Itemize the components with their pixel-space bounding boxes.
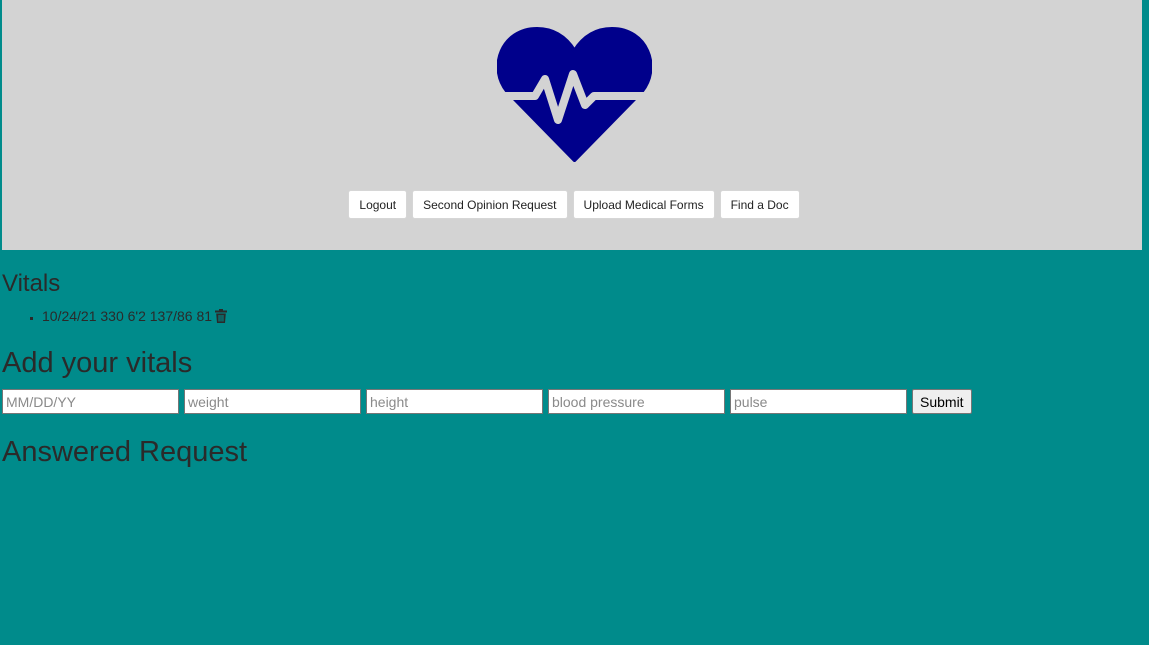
pulse-input[interactable] — [730, 389, 907, 414]
upload-medical-forms-button[interactable]: Upload Medical Forms — [572, 190, 715, 219]
find-a-doc-button[interactable]: Find a Doc — [719, 190, 800, 219]
heart-pulse-icon — [497, 27, 652, 162]
add-vitals-heading: Add your vitals — [2, 347, 193, 379]
header-banner: Logout Second Opinion Request Upload Med… — [2, 0, 1142, 250]
submit-button[interactable]: Submit — [912, 389, 972, 414]
list-item: 10/24/21 330 6'2 137/86 81 — [42, 307, 228, 327]
answered-request-heading: Answered Request — [2, 436, 248, 468]
vitals-heading: Vitals — [2, 270, 61, 297]
vitals-list: 10/24/21 330 6'2 137/86 81 — [0, 307, 228, 327]
date-input[interactable] — [2, 389, 179, 414]
weight-input[interactable] — [184, 389, 361, 414]
blood-pressure-input[interactable] — [548, 389, 725, 414]
vitals-entry-text: 10/24/21 330 6'2 137/86 81 — [42, 308, 213, 324]
nav-bar: Logout Second Opinion Request Upload Med… — [2, 190, 1142, 219]
trash-icon[interactable] — [215, 309, 228, 327]
second-opinion-request-button[interactable]: Second Opinion Request — [412, 190, 568, 219]
logout-button[interactable]: Logout — [348, 190, 408, 219]
height-input[interactable] — [366, 389, 543, 414]
add-vitals-form: Submit — [2, 389, 972, 414]
